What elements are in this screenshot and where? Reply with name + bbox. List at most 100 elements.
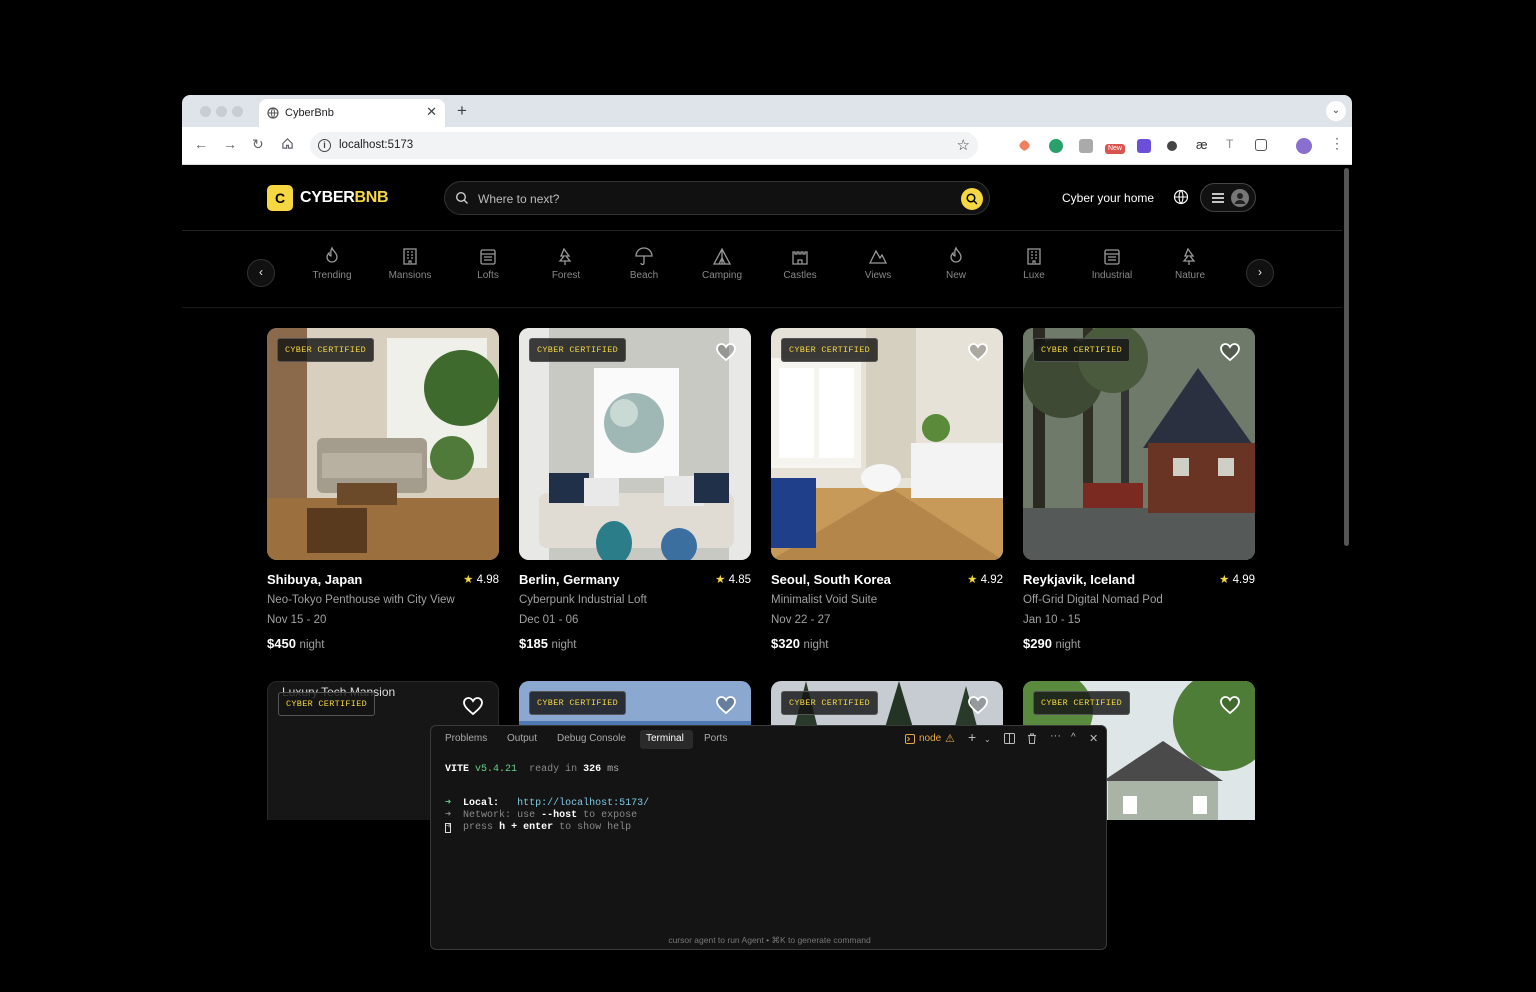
local-url-link[interactable]: http://localhost:5173/	[517, 798, 649, 809]
extension-text-icon[interactable]: T	[1226, 137, 1233, 151]
maximize-window-button[interactable]	[232, 106, 243, 117]
category-label: Castles	[783, 270, 817, 281]
extension-ae-icon[interactable]: æ	[1196, 137, 1208, 152]
certified-badge: CYBER CERTIFIED	[781, 338, 879, 362]
close-panel-icon[interactable]: ✕	[1089, 732, 1098, 745]
user-menu-button[interactable]	[1200, 183, 1256, 212]
tab-output[interactable]: Output	[507, 733, 537, 744]
extension-new-badge-icon[interactable]: New	[1105, 144, 1125, 154]
tab-problems[interactable]: Problems	[445, 733, 487, 744]
terminal-process-label[interactable]: node	[919, 733, 941, 744]
home-icon[interactable]	[281, 137, 294, 150]
browser-window: CyberBnb ✕ + ⌄ ← → ↻ i localhost:5173 ☆ …	[182, 95, 1352, 820]
extension-purple-icon[interactable]	[1137, 139, 1151, 153]
profile-avatar[interactable]	[1296, 138, 1312, 154]
category-label: Nature	[1174, 270, 1205, 281]
category-new[interactable]: New	[926, 246, 986, 281]
trash-icon[interactable]	[1027, 733, 1037, 744]
warning-icon[interactable]: ⚠	[945, 732, 955, 745]
tab-close-icon[interactable]: ✕	[426, 104, 437, 120]
favorite-heart-icon[interactable]	[967, 342, 989, 362]
category-lofts[interactable]: Lofts	[458, 246, 518, 281]
address-bar[interactable]: i localhost:5173 ☆	[310, 132, 978, 159]
favorite-heart-icon[interactable]	[1219, 342, 1241, 362]
favorite-heart-icon[interactable]	[462, 696, 484, 716]
host-link[interactable]: Cyber your home	[1062, 191, 1154, 205]
tab-debug-console[interactable]: Debug Console	[557, 733, 626, 744]
category-castles[interactable]: Castles	[770, 246, 830, 281]
extensions-puzzle-icon[interactable]	[1255, 139, 1267, 151]
new-tab-button[interactable]: +	[457, 101, 467, 121]
category-industrial[interactable]: Industrial	[1082, 246, 1142, 281]
listing-price: $320 night	[771, 636, 828, 651]
category-forest[interactable]: Forest	[536, 246, 596, 281]
certified-badge: CYBER CERTIFIED	[278, 692, 376, 716]
site-info-icon[interactable]: i	[318, 139, 331, 152]
favorite-heart-icon[interactable]	[715, 342, 737, 362]
extension-hexagon-icon[interactable]	[1167, 141, 1177, 151]
page-scrollbar[interactable]	[1344, 168, 1349, 546]
search-submit-button[interactable]	[961, 188, 983, 210]
tab-ports[interactable]: Ports	[704, 733, 727, 744]
reload-icon[interactable]: ↻	[252, 136, 264, 153]
category-label: Camping	[701, 270, 743, 281]
tab-terminal[interactable]: Terminal	[646, 733, 684, 744]
listing-price: $450 night	[267, 636, 324, 651]
logo-text[interactable]: CYBERBNB	[300, 189, 389, 207]
maximize-panel-icon[interactable]: ^	[1071, 732, 1076, 743]
terminal-output[interactable]: VITE v5.4.21 ready in 326 ms ➜ Local: ht…	[445, 764, 649, 834]
new-terminal-plus-icon[interactable]: +	[968, 729, 976, 745]
listing-card[interactable]: CYBER CERTIFIED Shibuya, Japan ★ 4.98 Ne…	[267, 328, 499, 651]
minimize-window-button[interactable]	[216, 106, 227, 117]
category-nature[interactable]: Nature	[1160, 246, 1220, 281]
listing-card[interactable]: CYBER CERTIFIED Seoul, South Korea ★ 4.9…	[771, 328, 1003, 651]
split-terminal-icon[interactable]	[1004, 733, 1015, 744]
category-mansions[interactable]: Mansions	[380, 246, 440, 281]
category-luxe[interactable]: Luxe	[1004, 246, 1064, 281]
certified-badge: CYBER CERTIFIED	[529, 338, 627, 362]
bookmark-star-icon[interactable]: ☆	[957, 136, 970, 154]
listing-photo[interactable]: CYBER CERTIFIED	[1023, 328, 1255, 560]
logo-mark[interactable]: C	[267, 185, 293, 211]
help-line: ➜ press h + enter to show help	[445, 821, 632, 833]
browser-tab[interactable]: CyberBnb ✕	[259, 99, 445, 127]
tent-icon	[712, 247, 732, 265]
category-beach[interactable]: Beach	[614, 246, 674, 281]
favorite-heart-icon[interactable]	[967, 695, 989, 715]
listing-photo[interactable]: CYBER CERTIFIED	[519, 328, 751, 560]
favorite-heart-icon[interactable]	[715, 695, 737, 715]
listing-dates: Dec 01 - 06	[519, 614, 579, 626]
listing-photo[interactable]: CYBER CERTIFIED	[771, 328, 1003, 560]
favorite-heart-icon[interactable]	[1219, 695, 1241, 715]
extension-grammarly-icon[interactable]	[1049, 139, 1063, 153]
search-bar[interactable]	[444, 181, 990, 215]
extension-bird-icon[interactable]	[1018, 139, 1031, 152]
close-window-button[interactable]	[200, 106, 211, 117]
extension-puzzle-badge-icon[interactable]	[1079, 139, 1093, 153]
category-camping[interactable]: Camping	[692, 246, 752, 281]
back-arrow-icon[interactable]: ←	[194, 136, 208, 152]
listing-card[interactable]: CYBER CERTIFIED Berlin, Germany ★ 4.85 C…	[519, 328, 751, 651]
more-options-icon[interactable]: ···	[1050, 730, 1061, 742]
language-globe-icon[interactable]	[1173, 189, 1189, 205]
category-next-button[interactable]: ›	[1246, 259, 1274, 287]
umbrella-icon	[635, 247, 653, 266]
terminal-dropdown-chevron-icon[interactable]: ⌄	[984, 735, 991, 744]
price-unit: night	[803, 639, 829, 651]
category-trending[interactable]: Trending	[302, 246, 362, 281]
browser-menu-icon[interactable]: ⋮	[1330, 135, 1344, 152]
listing-photo[interactable]: CYBER CERTIFIED	[267, 328, 499, 560]
forward-arrow-icon[interactable]: →	[223, 136, 237, 152]
search-input[interactable]	[478, 190, 918, 208]
category-prev-button[interactable]: ‹	[247, 259, 275, 287]
living-room-photo	[267, 328, 499, 560]
listing-card[interactable]: CYBER CERTIFIED Reykjavik, Iceland ★ 4.9…	[1023, 328, 1255, 651]
tab-search-chevron-icon[interactable]: ⌄	[1326, 101, 1346, 121]
tree-icon	[558, 247, 572, 265]
listing-title: Off-Grid Digital Nomad Pod	[1023, 594, 1163, 606]
category-label: Forest	[551, 270, 581, 281]
url-text[interactable]: localhost:5173	[339, 139, 413, 151]
category-views[interactable]: Views	[848, 246, 908, 281]
category-label: Views	[864, 270, 892, 281]
listing-title: Cyberpunk Industrial Loft	[519, 594, 647, 606]
